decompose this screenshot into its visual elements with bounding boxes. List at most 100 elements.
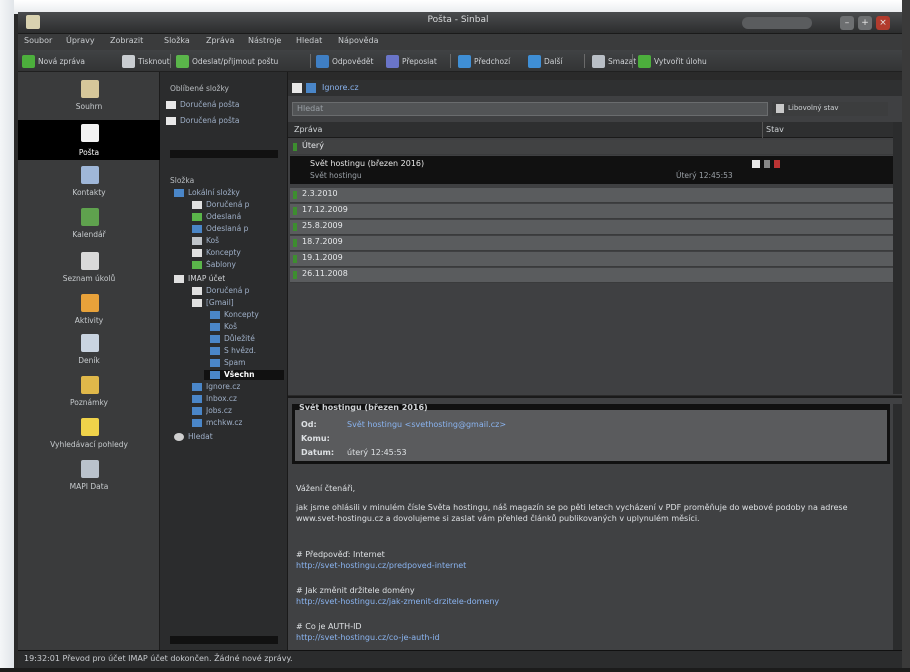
group-indicator — [293, 143, 297, 151]
inbox-icon — [166, 117, 176, 125]
folder-gmail-all[interactable]: Všechn — [204, 370, 284, 380]
group-header-date[interactable]: 18.7.2009 — [290, 236, 896, 251]
group-header-date[interactable]: 26.11.2008 — [290, 268, 896, 283]
folder-gmail-starred[interactable]: S hvězd. — [204, 346, 284, 356]
folder-icon — [306, 83, 316, 93]
switcher-activities[interactable]: Aktivity — [18, 294, 160, 330]
create-task-button[interactable]: Vytvořit úlohu — [638, 53, 707, 69]
folder-label: Hledat — [188, 432, 213, 441]
folder-mchkw[interactable]: mchkw.cz — [186, 418, 284, 428]
send-receive-button[interactable]: Odeslat/přijmout poštu — [176, 53, 278, 69]
message-list-scrollbar[interactable] — [893, 122, 902, 394]
folder-label: Inbox.cz — [206, 394, 237, 403]
folder-gmail-trash[interactable]: Koš — [204, 322, 284, 332]
switcher-mapi[interactable]: MAPI Data — [18, 460, 160, 496]
folder-gmail-important[interactable]: Důležité — [204, 334, 284, 344]
folder-icon — [210, 311, 220, 319]
switcher-activities-label: Aktivity — [74, 316, 104, 325]
menu-file[interactable]: Soubor — [24, 36, 52, 45]
new-message-button[interactable]: Nová zpráva — [22, 53, 85, 69]
menu-help[interactable]: Nápověda — [338, 36, 379, 45]
article-link[interactable]: http://svet-hostingu.cz/predpoved-intern… — [296, 561, 466, 570]
menu-view[interactable]: Zobrazit — [110, 36, 143, 45]
status-filter-select[interactable]: Libovolný stav — [772, 102, 888, 116]
group-header-date[interactable]: 17.12.2009 — [290, 204, 896, 219]
favorites-scrollbar[interactable] — [170, 150, 278, 158]
desktop-background-left — [0, 0, 14, 672]
switcher-contacts-label: Kontakty — [72, 188, 106, 197]
switcher-journal[interactable]: Deník — [18, 334, 160, 370]
menu-edit[interactable]: Úpravy — [66, 36, 95, 45]
up-arrow-icon — [458, 54, 471, 68]
group-header-date[interactable]: 25.8.2009 — [290, 220, 896, 235]
folder-local-trash[interactable]: Koš — [186, 236, 284, 246]
maximize-icon[interactable]: + — [858, 16, 872, 30]
group-header-date[interactable]: 2.3.2010 — [290, 188, 896, 203]
preview-scrollbar[interactable] — [893, 404, 902, 650]
folder-label: mchkw.cz — [206, 418, 243, 427]
folder-ignore[interactable]: Ignore.cz — [186, 382, 284, 392]
switcher-mail[interactable]: Pošta — [18, 120, 160, 160]
folder-local-templates[interactable]: Šablony — [186, 260, 284, 270]
folder-local[interactable]: Lokální složky — [168, 188, 284, 198]
folder-local-drafts[interactable]: Koncepty — [186, 248, 284, 258]
mapi-icon — [81, 460, 99, 478]
window-titlebar[interactable]: Pošta - Sinbal – + × — [18, 12, 902, 34]
from-value-link[interactable]: Svět hostingu <svethosting@gmail.cz> — [347, 420, 506, 429]
group-indicator — [293, 207, 297, 215]
forward-label: Přeposlat — [402, 56, 437, 66]
preview-subject: Svět hostingu (březen 2016) — [299, 403, 428, 412]
menu-message[interactable]: Zpráva — [206, 36, 234, 45]
folder-imap-inbox[interactable]: Doručená p — [186, 286, 284, 296]
body-greeting: Vážení čtenáři, — [296, 484, 356, 493]
folder-gmail[interactable]: [Gmail] — [186, 298, 284, 308]
folder-gmail-drafts[interactable]: Koncepty — [204, 310, 284, 320]
folder-local-inbox[interactable]: Doručená p — [186, 200, 284, 210]
folder-imap[interactable]: IMAP účet — [168, 274, 284, 284]
folder-local-sent[interactable]: Odeslaná — [186, 212, 284, 222]
switcher-search-folders[interactable]: Vyhledávací pohledy — [18, 418, 160, 454]
filter-icon — [776, 104, 784, 113]
menu-folder[interactable]: Složka — [164, 36, 190, 45]
switcher-calendar[interactable]: Kalendář — [18, 208, 160, 244]
folder-inbox-cz[interactable]: Inbox.cz — [186, 394, 284, 404]
group-header-today[interactable]: Úterý — [290, 140, 896, 155]
favorite-inbox-2[interactable]: Doručená pošta — [166, 116, 284, 126]
forward-button[interactable]: Přeposlat — [386, 53, 437, 69]
summary-icon — [81, 80, 99, 98]
menu-tools[interactable]: Nástroje — [248, 36, 281, 45]
message-row-selected[interactable]: Svět hostingu (březen 2016) Svět hosting… — [290, 156, 894, 184]
toolbar-separator — [310, 54, 311, 68]
print-button[interactable]: Tisknout — [122, 53, 170, 69]
article-link[interactable]: http://svet-hostingu.cz/co-je-auth-id — [296, 633, 440, 642]
group-header-date[interactable]: 19.1.2009 — [290, 252, 896, 267]
column-subject[interactable]: Zpráva — [294, 125, 322, 134]
folder-label: Odeslaná — [206, 212, 242, 221]
folder-icon — [192, 419, 202, 427]
next-button[interactable]: Další — [528, 53, 562, 69]
switcher-contacts[interactable]: Kontakty — [18, 166, 160, 202]
switcher-summary[interactable]: Souhrn — [18, 80, 160, 116]
reply-button[interactable]: Odpovědět — [316, 53, 373, 69]
menu-search[interactable]: Hledat — [296, 36, 322, 45]
folder-label: Koncepty — [224, 310, 259, 319]
column-divider[interactable] — [762, 122, 763, 138]
folders-scrollbar[interactable] — [170, 636, 278, 644]
folder-gmail-spam[interactable]: Spam — [204, 358, 284, 368]
switcher-notes[interactable]: Poznámky — [18, 376, 160, 412]
close-icon[interactable]: × — [876, 16, 890, 30]
search-input[interactable]: Hledat — [292, 102, 768, 116]
folder-local-sentmail[interactable]: Odeslaná p — [186, 224, 284, 234]
minimize-icon[interactable]: – — [840, 16, 854, 30]
folder-label: Důležité — [224, 334, 255, 343]
favorites-heading: Oblíbené složky — [170, 84, 229, 93]
delete-button[interactable]: Smazat — [592, 53, 636, 69]
column-state[interactable]: Stav — [766, 125, 784, 134]
folder-label: Ignore.cz — [206, 382, 241, 391]
favorite-inbox-1[interactable]: Doručená pošta — [166, 100, 284, 110]
switcher-tasks[interactable]: Seznam úkolů — [18, 252, 160, 288]
folder-search[interactable]: Hledat — [168, 432, 284, 442]
previous-button[interactable]: Předchozí — [458, 53, 510, 69]
article-link[interactable]: http://svet-hostingu.cz/jak-zmenit-drzit… — [296, 597, 499, 606]
folder-jobs[interactable]: Jobs.cz — [186, 406, 284, 416]
